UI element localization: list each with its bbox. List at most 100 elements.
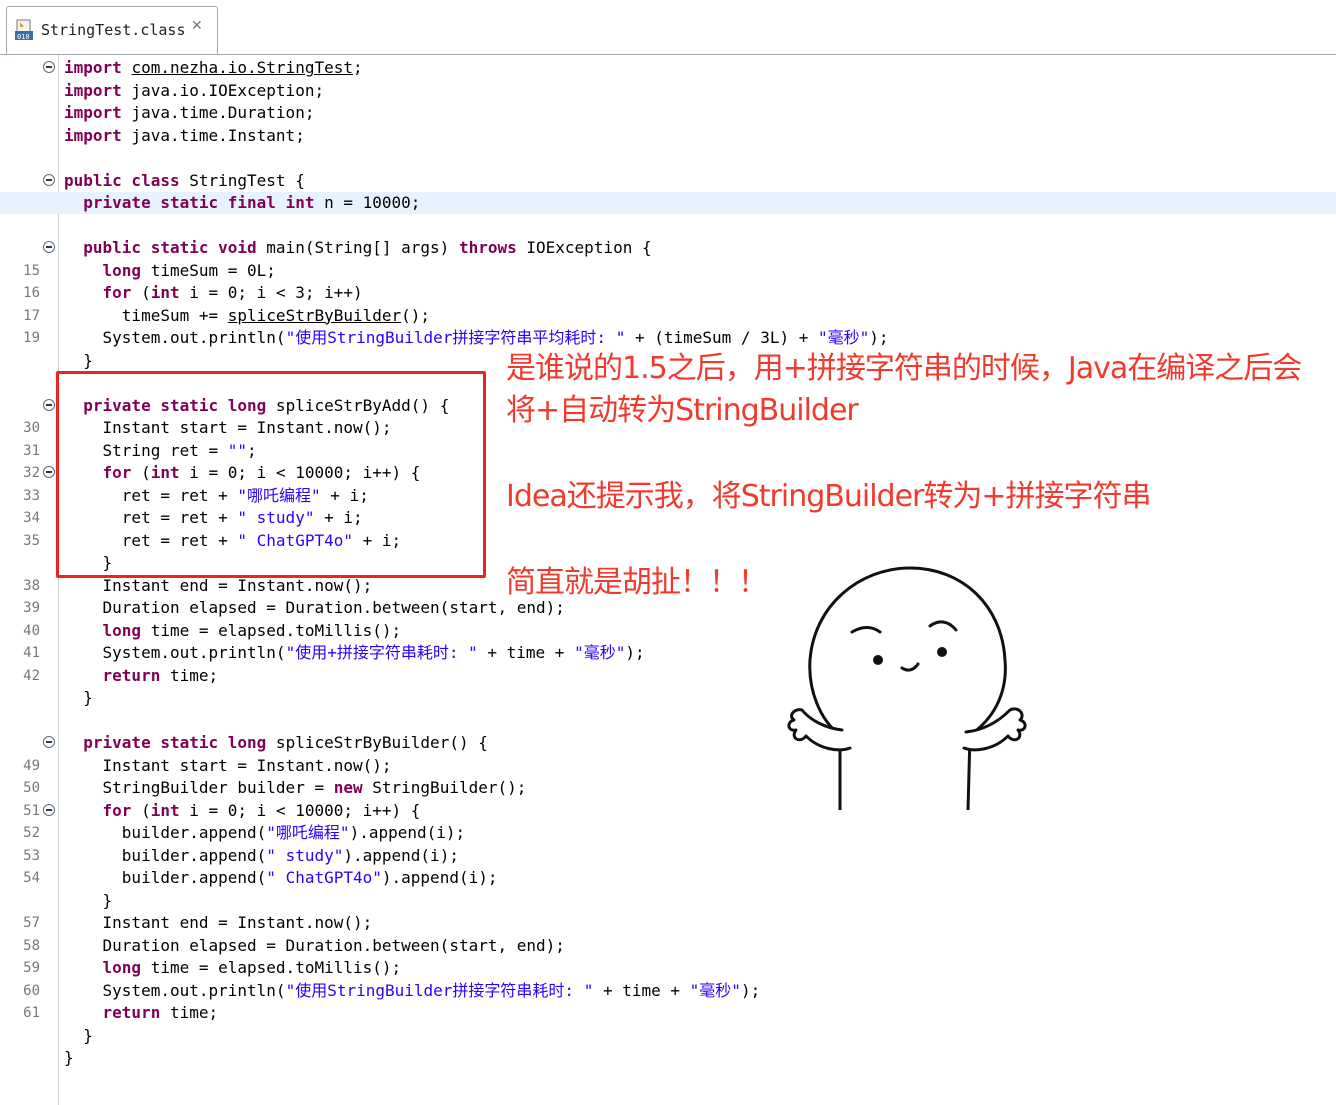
code-text: Duration elapsed = Duration.between(star… — [64, 597, 565, 619]
string-token: "哪吒编程" — [266, 823, 350, 842]
line-number: 42 — [23, 667, 40, 684]
collapse-icon[interactable] — [43, 241, 55, 253]
keyword-token: return — [102, 1003, 161, 1022]
code-line[interactable]: 40 long time = elapsed.toMillis(); — [0, 620, 1336, 642]
code-line[interactable] — [0, 215, 1336, 237]
code-line[interactable]: 60 System.out.println("使用StringBuilder拼接… — [0, 980, 1336, 1002]
code-token: System.out.println( — [64, 328, 286, 347]
line-number: 17 — [23, 307, 40, 324]
line-number: 32 — [23, 465, 40, 481]
code-text: System.out.println("使用StringBuilder拼接字符串… — [64, 980, 761, 1002]
code-token: StringTest { — [179, 170, 305, 190]
code-text: import java.time.Duration; — [64, 102, 314, 124]
collapse-icon[interactable] — [43, 803, 55, 816]
code-token: } — [64, 688, 93, 707]
code-line[interactable]: 19 System.out.println("使用StringBuilder拼接… — [0, 327, 1336, 349]
code-line[interactable]: 42 return time; — [0, 665, 1336, 687]
collapse-icon[interactable] — [43, 398, 55, 411]
string-token: " study" — [266, 845, 344, 865]
line-number: 51 — [23, 802, 40, 819]
line-number: 50 — [23, 780, 40, 796]
code-token: spliceStrByBuilder — [227, 305, 402, 325]
code-token: java.time.Duration; — [121, 103, 315, 122]
code-token: builder.append( — [64, 868, 267, 887]
code-token: } — [64, 890, 113, 910]
code-line[interactable]: 57 Instant end = Instant.now(); — [0, 912, 1336, 934]
code-line[interactable]: } — [0, 1025, 1336, 1047]
keyword-token: public static void — [83, 238, 257, 257]
collapse-icon[interactable] — [43, 61, 55, 73]
code-token: ( — [131, 283, 151, 302]
code-line[interactable]: } — [0, 890, 1336, 912]
line-number: 61 — [23, 1005, 40, 1021]
code-line[interactable] — [0, 147, 1336, 169]
keyword-token: private static final int — [83, 193, 315, 212]
code-token: System.out.println( — [64, 643, 286, 662]
code-line[interactable]: } — [0, 687, 1336, 709]
code-line[interactable]: 49 Instant start = Instant.now(); — [0, 755, 1336, 777]
code-token: java.time.Instant; — [121, 125, 305, 145]
keyword-token: public class — [64, 170, 180, 190]
code-line[interactable]: 15 long timeSum = 0L; — [0, 260, 1336, 282]
code-token: i = 0; i < 3; i++) — [179, 283, 363, 302]
line-number: 33 — [23, 487, 40, 504]
code-text: long timeSum = 0L; — [64, 260, 276, 282]
code-line[interactable]: public class StringTest { — [0, 170, 1336, 192]
line-number: 15 — [23, 262, 40, 279]
keyword-token: import — [64, 58, 122, 77]
code-text: import java.io.IOException; — [64, 80, 324, 102]
code-line[interactable]: 51 for (int i = 0; i < 10000; i++) { — [0, 800, 1336, 822]
code-token: builder.append( — [64, 823, 267, 842]
close-tab-icon[interactable]: ✕ — [191, 18, 203, 34]
line-number: 52 — [23, 825, 40, 841]
code-line[interactable]: 54 builder.append(" ChatGPT4o").append(i… — [0, 867, 1336, 889]
code-text: private static long spliceStrByBuilder()… — [64, 732, 488, 754]
code-line[interactable]: 59 long time = elapsed.toMillis(); — [0, 957, 1336, 979]
keyword-token: import — [64, 80, 122, 100]
code-line[interactable]: public static void main(String[] args) t… — [0, 237, 1336, 259]
code-text: public static void main(String[] args) t… — [64, 237, 651, 259]
code-line[interactable]: 50 StringBuilder builder = new StringBui… — [0, 777, 1336, 799]
code-text: long time = elapsed.toMillis(); — [64, 957, 402, 979]
code-text: return time; — [64, 665, 219, 687]
code-line[interactable]: import java.time.Instant; — [0, 125, 1336, 147]
code-line[interactable]: import com.nezha.io.StringTest; — [0, 57, 1336, 79]
collapse-icon[interactable] — [43, 736, 55, 748]
highlight-box — [56, 371, 486, 578]
code-line[interactable]: 16 for (int i = 0; i < 3; i++) — [0, 282, 1336, 304]
collapse-icon[interactable] — [43, 173, 55, 186]
line-number: 16 — [23, 285, 40, 301]
code-line[interactable]: private static final int n = 10000; — [0, 192, 1336, 214]
code-token: Duration elapsed = Duration.between(star… — [64, 935, 565, 955]
annotation-exclaim: 简直就是胡扯！！！ — [506, 565, 768, 600]
code-line[interactable]: 52 builder.append("哪吒编程").append(i); — [0, 822, 1336, 844]
code-line[interactable]: import java.io.IOException; — [0, 80, 1336, 102]
code-line[interactable]: 17 timeSum += spliceStrByBuilder(); — [0, 305, 1336, 327]
keyword-token: throws — [458, 238, 517, 257]
code-text: long time = elapsed.toMillis(); — [64, 620, 402, 642]
code-token: } — [64, 1048, 74, 1067]
editor-tab-bar: 010 StringTest.class ✕ — [0, 0, 1336, 55]
tab-stringtest-class[interactable]: 010 StringTest.class ✕ — [6, 6, 218, 54]
code-token: Instant end = Instant.now(); — [64, 913, 373, 932]
line-number: 34 — [23, 510, 40, 526]
code-text: StringBuilder builder = new StringBuilde… — [64, 777, 527, 799]
code-token: i = 0; i < 10000; i++) { — [179, 800, 421, 820]
code-token: timeSum += — [64, 305, 228, 325]
code-line[interactable]: import java.time.Duration; — [0, 102, 1336, 124]
code-line[interactable]: 61 return time; — [0, 1002, 1336, 1024]
code-line[interactable] — [0, 710, 1336, 732]
code-line[interactable]: } — [0, 1047, 1336, 1069]
code-token: + time + — [593, 980, 690, 1000]
code-line[interactable]: private static long spliceStrByBuilder()… — [0, 732, 1336, 754]
code-line[interactable]: 41 System.out.println("使用+拼接字符串耗时: " + t… — [0, 642, 1336, 664]
collapse-icon[interactable] — [43, 466, 55, 478]
line-number: 49 — [23, 757, 40, 774]
code-line[interactable]: 53 builder.append(" study").append(i); — [0, 845, 1336, 867]
code-line[interactable]: 58 Duration elapsed = Duration.between(s… — [0, 935, 1336, 957]
code-token: time = elapsed.toMillis(); — [141, 958, 402, 977]
